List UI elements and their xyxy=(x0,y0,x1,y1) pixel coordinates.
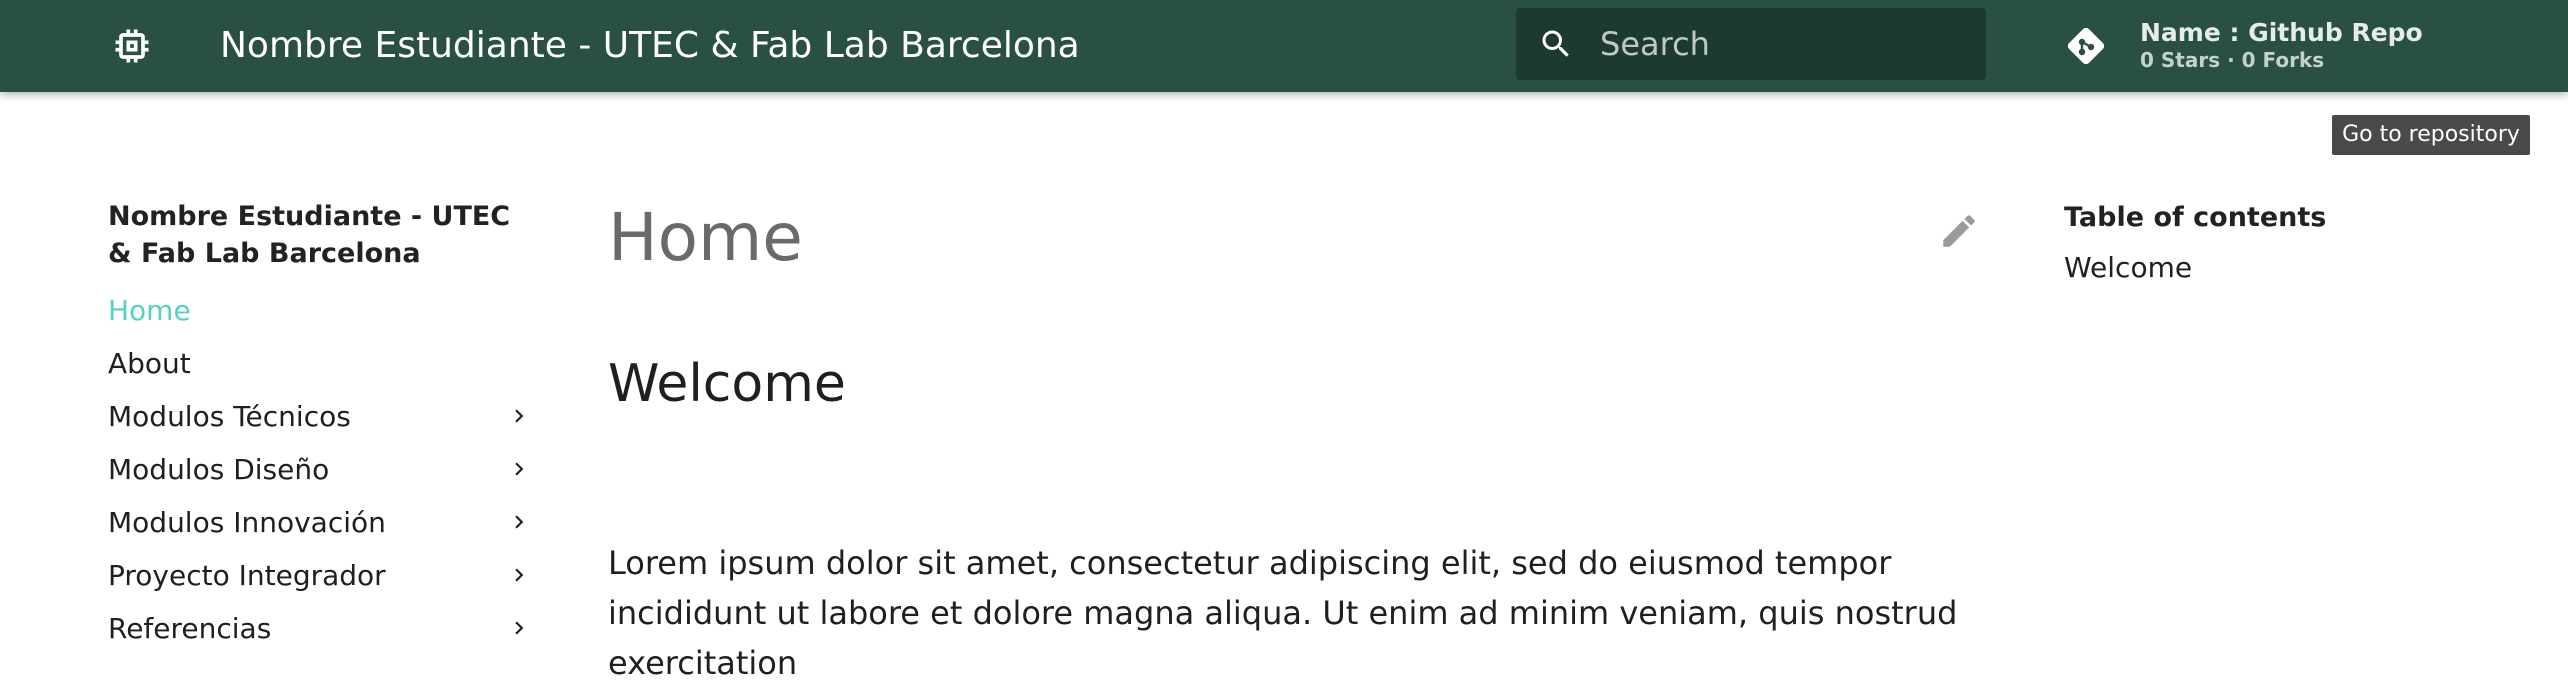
nav-item-modulos-tecnicos[interactable]: Modulos Técnicos xyxy=(108,390,532,443)
toc-title: Table of contents xyxy=(2064,202,2327,233)
top-header: Nombre Estudiante - UTEC & Fab Lab Barce… xyxy=(0,0,2568,92)
git-icon xyxy=(2067,27,2105,65)
section-heading: Welcome xyxy=(608,354,846,414)
search-icon xyxy=(1542,30,1569,57)
search-input[interactable] xyxy=(1600,8,1970,80)
nav-item-label: About xyxy=(108,347,191,380)
nav-title: Nombre Estudiante - UTEC & Fab Lab Barce… xyxy=(108,201,511,269)
nav-item-proyecto-integrador[interactable]: Proyecto Integrador xyxy=(108,549,532,602)
page-title: Home xyxy=(608,199,803,276)
nav-item-label: Modulos Diseño xyxy=(108,453,330,486)
nav-item-modulos-innovacion[interactable]: Modulos Innovación xyxy=(108,496,532,549)
nav-item-referencias[interactable]: Referencias xyxy=(108,602,532,655)
nav-item-label: Modulos Innovación xyxy=(108,506,386,539)
nav-item-about[interactable]: About xyxy=(108,337,532,390)
nav-item-home[interactable]: Home xyxy=(108,284,532,337)
repo-name: Name : Github Repo xyxy=(2140,18,2423,47)
nav-item-label: Modulos Técnicos xyxy=(108,400,351,433)
chevron-right-icon[interactable] xyxy=(506,509,532,535)
site-title[interactable]: Nombre Estudiante - UTEC & Fab Lab Barce… xyxy=(220,24,1080,68)
chevron-right-icon[interactable] xyxy=(506,562,532,588)
toc-item-welcome[interactable]: Welcome xyxy=(2064,246,2484,290)
chevron-right-icon[interactable] xyxy=(506,403,532,429)
chevron-right-icon[interactable] xyxy=(506,456,532,482)
repository-tooltip: Go to repository xyxy=(2332,115,2530,155)
search-box[interactable] xyxy=(1516,8,1986,80)
pencil-icon[interactable] xyxy=(1938,210,1980,252)
nav-item-label: Proyecto Integrador xyxy=(108,559,386,592)
table-of-contents: Table of contents Welcome xyxy=(2064,200,2484,290)
chevron-right-icon[interactable] xyxy=(506,615,532,641)
body-paragraph: Lorem ipsum dolor sit amet, consectetur … xyxy=(608,544,1958,682)
repository-link[interactable]: Name : Github Repo 0 Stars · 0 Forks xyxy=(2062,14,2462,78)
main-content: Home Welcome Lorem ipsum dolor sit amet,… xyxy=(608,190,1988,682)
nav-item-modulos-diseno[interactable]: Modulos Diseño xyxy=(108,443,532,496)
nav-item-label: Home xyxy=(108,294,191,327)
chip-icon[interactable] xyxy=(110,24,154,68)
nav-item-label: Referencias xyxy=(108,612,272,645)
primary-navigation: Nombre Estudiante - UTEC & Fab Lab Barce… xyxy=(108,198,532,655)
repo-facts: 0 Stars · 0 Forks xyxy=(2140,48,2325,72)
